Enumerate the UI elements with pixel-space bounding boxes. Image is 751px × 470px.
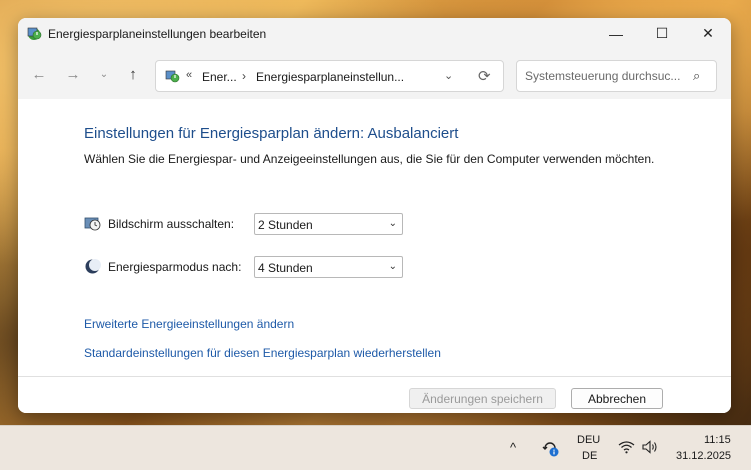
volume-icon[interactable] bbox=[641, 440, 659, 454]
save-changes-button[interactable]: Änderungen speichern bbox=[409, 388, 556, 409]
address-dropdown-chevron-icon[interactable]: ⌄ bbox=[444, 69, 453, 82]
monitor-clock-icon bbox=[84, 217, 101, 231]
display-off-value: 2 Stunden bbox=[258, 218, 313, 232]
input-language-code[interactable]: DEU bbox=[577, 434, 600, 446]
breadcrumb-segment-1[interactable]: Ener... bbox=[202, 70, 237, 84]
minimize-button[interactable]: — bbox=[593, 18, 639, 49]
sleep-select[interactable]: 4 Stunden ⌄ bbox=[254, 256, 403, 278]
sleep-value: 4 Stunden bbox=[258, 261, 313, 275]
title-bar[interactable]: Energiesparplaneinstellungen bearbeiten … bbox=[18, 18, 731, 49]
refresh-icon[interactable]: ⟳ bbox=[478, 67, 491, 85]
moon-icon bbox=[85, 259, 101, 274]
navigation-bar: ← → ⌄ ↑ « Ener... › Energiesparplaneinst… bbox=[18, 49, 731, 99]
chevron-down-icon: ⌄ bbox=[388, 261, 397, 272]
keyboard-layout-code[interactable]: DE bbox=[582, 450, 597, 462]
power-plan-icon bbox=[27, 27, 42, 40]
display-off-label: Bildschirm ausschalten: bbox=[108, 217, 235, 231]
up-arrow-icon[interactable]: ↑ bbox=[120, 61, 146, 87]
clock-date[interactable]: 31.12.2025 bbox=[676, 450, 731, 462]
breadcrumb-separator-icon[interactable]: › bbox=[242, 69, 246, 83]
recent-locations-chevron-icon[interactable]: ⌄ bbox=[91, 61, 117, 87]
footer-divider bbox=[18, 376, 731, 377]
advanced-settings-link[interactable]: Erweiterte Energieeinstellungen ändern bbox=[84, 317, 294, 331]
maximize-button[interactable]: ☐ bbox=[639, 18, 685, 49]
address-bar[interactable]: « Ener... › Energiesparplaneinstellun...… bbox=[155, 60, 504, 92]
display-off-select[interactable]: 2 Stunden ⌄ bbox=[254, 213, 403, 235]
search-icon[interactable]: ⌕ bbox=[693, 68, 700, 84]
chevron-down-icon: ⌄ bbox=[388, 218, 397, 229]
search-box[interactable]: ⌕ bbox=[516, 60, 717, 92]
windows-update-icon[interactable] bbox=[541, 439, 559, 457]
page-title: Einstellungen für Energiesparplan ändern… bbox=[84, 125, 459, 142]
clock-time[interactable]: 11:15 bbox=[704, 434, 731, 446]
address-overflow-chevron[interactable]: « bbox=[186, 69, 192, 81]
taskbar: ^ DEU DE 11:15 31.12.2025 bbox=[0, 425, 751, 470]
forward-arrow-icon[interactable]: → bbox=[60, 61, 86, 87]
window-title: Energiesparplaneinstellungen bearbeiten bbox=[48, 27, 267, 41]
restore-defaults-link[interactable]: Standardeinstellungen für diesen Energie… bbox=[84, 346, 441, 360]
power-plan-icon bbox=[165, 70, 180, 83]
back-arrow-icon[interactable]: ← bbox=[26, 61, 52, 87]
show-hidden-icons-chevron-icon[interactable]: ^ bbox=[510, 440, 516, 455]
main-content: Einstellungen für Energiesparplan ändern… bbox=[18, 99, 731, 413]
page-subtitle: Wählen Sie die Energiespar- und Anzeigee… bbox=[84, 152, 655, 166]
wifi-icon[interactable] bbox=[618, 440, 635, 454]
breadcrumb-segment-2[interactable]: Energiesparplaneinstellun... bbox=[256, 70, 404, 84]
close-button[interactable]: ✕ bbox=[685, 18, 731, 49]
cancel-button[interactable]: Abbrechen bbox=[571, 388, 663, 409]
sleep-label: Energiesparmodus nach: bbox=[108, 260, 242, 274]
control-panel-window: Energiesparplaneinstellungen bearbeiten … bbox=[18, 18, 731, 413]
search-input[interactable] bbox=[525, 68, 685, 84]
